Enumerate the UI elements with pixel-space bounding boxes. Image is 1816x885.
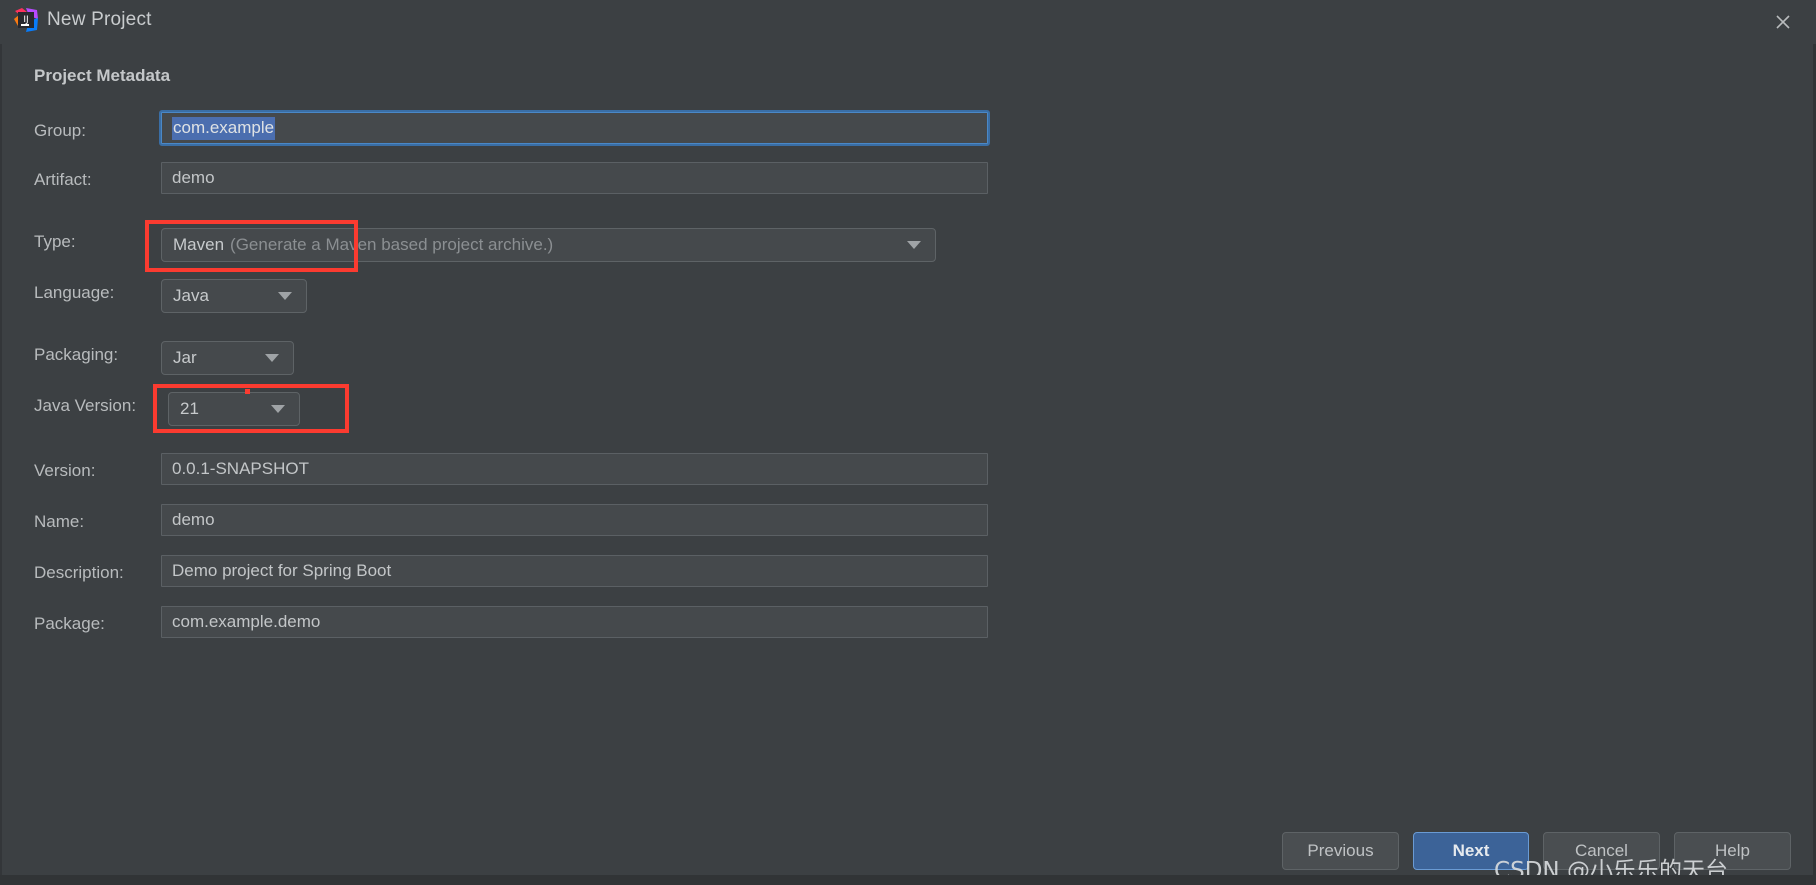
next-button-label: Next [1452, 841, 1490, 860]
version-input[interactable]: 0.0.1-SNAPSHOT [161, 453, 988, 485]
artifact-input-value: demo [172, 168, 215, 187]
version-label: Version: [34, 461, 96, 480]
previous-button-label: Previous [1307, 841, 1374, 860]
chevron-down-icon [271, 405, 285, 413]
packaging-value: Jar [173, 348, 197, 367]
language-value: Java [173, 286, 209, 305]
java-version-annotation-dot [245, 389, 250, 394]
language-dropdown[interactable]: Java [161, 279, 307, 313]
intellij-idea-logo-icon: IJ [13, 7, 39, 33]
section-heading: Project Metadata [34, 66, 171, 85]
name-label: Name: [34, 512, 85, 531]
type-value: Maven [173, 235, 225, 254]
title-bar: IJ New Project [0, 0, 1816, 44]
description-input-value: Demo project for Spring Boot [172, 561, 392, 580]
group-label: Group: [34, 121, 86, 140]
name-input[interactable]: demo [161, 504, 988, 536]
java-version-dropdown[interactable]: 21 [168, 392, 300, 426]
artifact-input[interactable]: demo [161, 162, 988, 194]
packaging-dropdown[interactable]: Jar [161, 341, 294, 375]
group-input-value: com.example [172, 116, 276, 140]
svg-text:IJ: IJ [23, 15, 28, 25]
description-label: Description: [34, 563, 124, 582]
type-label: Type: [34, 232, 76, 251]
package-input[interactable]: com.example.demo [161, 606, 988, 638]
group-input[interactable]: com.example [159, 110, 990, 146]
previous-button[interactable]: Previous [1282, 832, 1399, 870]
package-label: Package: [34, 614, 105, 633]
type-hint: (Generate a Maven based project archive.… [230, 235, 554, 254]
java-version-label: Java Version: [34, 396, 137, 415]
chevron-down-icon [907, 241, 921, 249]
language-label: Language: [34, 283, 115, 302]
name-input-value: demo [172, 510, 215, 529]
close-icon[interactable] [1750, 0, 1816, 44]
window-title: New Project [47, 9, 152, 30]
chevron-down-icon [278, 292, 292, 300]
description-input[interactable]: Demo project for Spring Boot [161, 555, 988, 587]
left-border [0, 44, 2, 885]
new-project-dialog: IJ New Project Project Metadata Group: c… [0, 0, 1816, 885]
chevron-down-icon [265, 354, 279, 362]
type-dropdown[interactable]: Maven (Generate a Maven based project ar… [161, 228, 936, 262]
artifact-label: Artifact: [34, 170, 92, 189]
packaging-label: Packaging: [34, 345, 119, 364]
version-input-value: 0.0.1-SNAPSHOT [172, 459, 309, 478]
bottom-border [0, 875, 1816, 885]
package-input-value: com.example.demo [172, 612, 321, 631]
java-version-value: 21 [180, 399, 199, 418]
